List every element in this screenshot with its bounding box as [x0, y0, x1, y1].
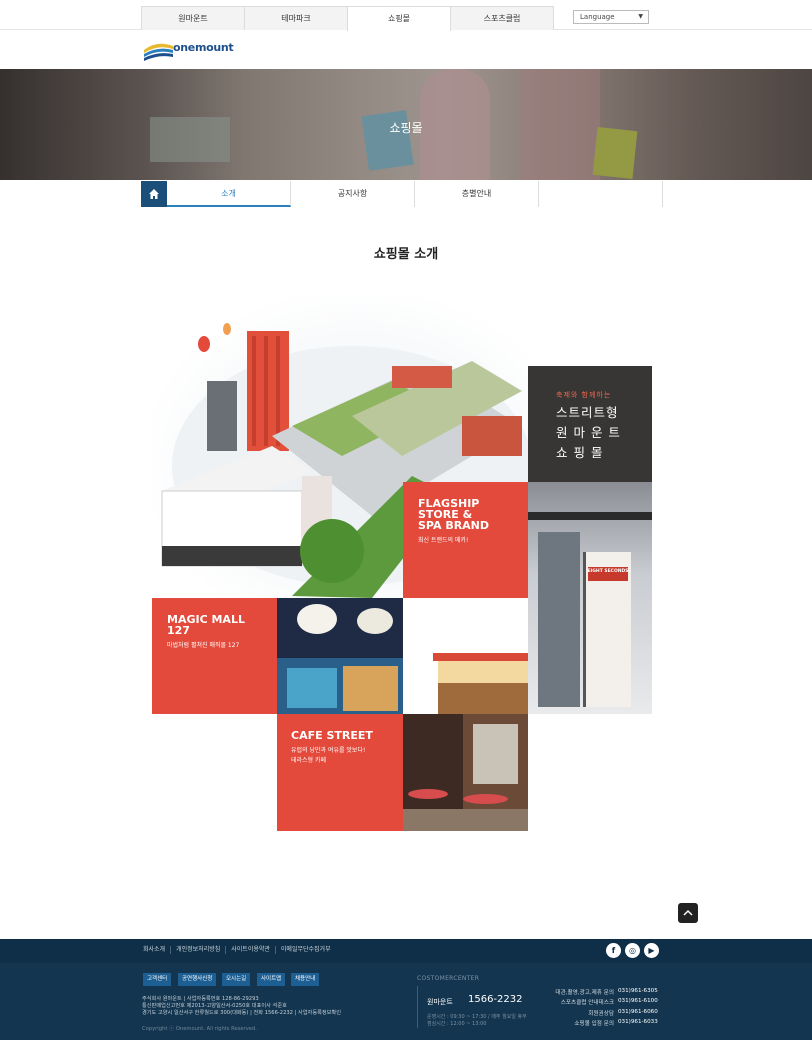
- sub-nav: 소개 공지사항 층별안내: [141, 181, 663, 207]
- cafe-street-sub-2: 테라스형 카페: [291, 757, 327, 764]
- store-front-image: EIGHT SECONDS: [528, 482, 652, 714]
- street-line-2: 원 마 운 트: [556, 425, 621, 440]
- contact-number: 031)961-6033: [618, 1018, 658, 1025]
- contact-list: 대관,촬영,광고,제휴 문의 031)961-6305 스포츠클럽 안내데스크 …: [548, 988, 658, 1029]
- contact-label: 스포츠클럽 안내데스크: [560, 1000, 614, 1007]
- store-sign: EIGHT SECONDS: [587, 569, 629, 574]
- language-select[interactable]: Language ▼: [573, 10, 649, 24]
- magic-mall-tile: MAGIC MALL 127 마법처럼 펼쳐진 매직몰 127: [152, 598, 277, 714]
- footer-button-sitemap[interactable]: 사이트맵: [257, 973, 286, 986]
- street-line-1: 스트리트형: [556, 405, 619, 420]
- customer-center-hours: 운영시간 : 09:30 ~ 17:30 / 매주 월요일 휴무 점심시간 : …: [427, 1014, 527, 1028]
- company-info-line: 경기도 고양시 일산서구 한류월드로 300(대화동) | 전화 1566-22…: [142, 1010, 341, 1016]
- language-label: Language: [580, 13, 615, 21]
- contact-row: 스포츠클럽 안내데스크 031)961-6100: [548, 998, 658, 1008]
- tab-onemount[interactable]: 원마운트: [141, 6, 245, 30]
- footer-top-bar: [0, 939, 812, 963]
- logo-mark-icon: [144, 43, 173, 61]
- customer-center-number: 1566-2232: [468, 994, 523, 1005]
- cafe-image: [403, 714, 528, 831]
- copyright: Copyright ⓒ Onemount. All rights Reserve…: [142, 1026, 257, 1032]
- contact-label: 쇼핑몰 입점 문의: [574, 1020, 614, 1027]
- cafe-street-tile: CAFE STREET 유럽의 낭만과 여유를 맛보다! 테라스형 카페: [277, 714, 403, 831]
- footer-button-directions[interactable]: 오시는길: [222, 973, 251, 986]
- flagship-title-3: SPA BRAND: [418, 519, 490, 532]
- tab-themepark[interactable]: 테마파크: [244, 6, 348, 30]
- chevron-up-icon: [683, 909, 693, 916]
- home-icon: [149, 189, 159, 199]
- footer-links: 회사소개 개인정보처리방침 사이트이용약관 이메일무단수집거부: [143, 946, 336, 954]
- footer-link-email-policy[interactable]: 이메일무단수집거부: [276, 946, 336, 954]
- footer-button-event-apply[interactable]: 공연행사신청: [178, 973, 217, 986]
- instagram-icon[interactable]: ◎: [625, 943, 640, 958]
- magic-mall-image: [277, 598, 403, 714]
- cafe-street-sub-1: 유럽의 낭만과 여유를 맛보다!: [291, 747, 366, 754]
- contact-row: 회원권상담 031)961-6060: [548, 1009, 658, 1019]
- contact-label: 대관,촬영,광고,제휴 문의: [555, 990, 614, 996]
- flagship-tile: FLAGSHIP STORE & SPA BRAND 최신 트랜드의 메카!: [403, 482, 528, 598]
- street-eyebrow: 축제와 함께하는: [556, 391, 612, 399]
- hours-line: 점심시간 : 12:00 ~ 13:00: [427, 1021, 487, 1027]
- sub-tab-notice[interactable]: 공지사항: [291, 181, 415, 207]
- street-line-3: 쇼 핑 몰: [556, 445, 604, 460]
- footer-link-privacy[interactable]: 개인정보처리방침: [171, 946, 227, 954]
- contact-row: 쇼핑몰 입점 문의 031)961-6033: [548, 1018, 658, 1029]
- footer-main: [0, 963, 812, 1040]
- sub-tab-intro[interactable]: 소개: [167, 181, 291, 207]
- contact-number: 031)961-6060: [618, 1008, 658, 1015]
- contact-label: 회원권상담: [588, 1010, 614, 1017]
- company-info-line: 통신판매업신고번호 제2013-고양일산서-0250호 대표이사 석준호: [142, 1003, 287, 1009]
- tab-sportsclub[interactable]: 스포츠클럽: [450, 6, 554, 30]
- company-info-line: 주식회사 원마운트 | 사업자등록번호 128-86-29293: [142, 996, 259, 1002]
- shopping-mall-collage: 축제와 함께하는 스트리트형 원 마 운 트 쇼 핑 몰 FLAGSHIP ST…: [152, 296, 652, 831]
- facebook-icon[interactable]: f: [606, 943, 621, 958]
- page-title: 쇼핑몰 소개: [373, 247, 439, 262]
- logo-text: onemount: [173, 41, 234, 54]
- footer-button-customer-center[interactable]: 고객센터: [143, 973, 172, 986]
- footer-link-company[interactable]: 회사소개: [143, 946, 172, 954]
- hours-line: 운영시간 : 09:30 ~ 17:30 / 매주 월요일 휴무: [427, 1014, 527, 1020]
- sub-tab-empty: [539, 181, 663, 207]
- footer-button-recruit[interactable]: 채용안내: [291, 973, 320, 986]
- youtube-icon[interactable]: ▶: [644, 943, 659, 958]
- caret-down-icon: ▼: [638, 13, 643, 20]
- restaurant-image: [403, 598, 528, 714]
- customer-center-name: 원마운트: [427, 998, 453, 1006]
- back-to-top-button[interactable]: [678, 903, 698, 923]
- contact-number: 031)961-6305: [618, 988, 658, 994]
- street-tile: 축제와 함께하는 스트리트형 원 마 운 트 쇼 핑 몰: [528, 366, 652, 482]
- company-info: 주식회사 원마운트 | 사업자등록번호 128-86-29293 통신판매업신고…: [142, 996, 341, 1017]
- flagship-sub: 최신 트랜드의 메카!: [418, 537, 469, 544]
- top-nav: 원마운트 테마파크 쇼핑몰 스포츠클럽: [141, 6, 554, 31]
- hero-banner: 쇼핑몰: [0, 69, 812, 180]
- logo[interactable]: onemount: [143, 38, 234, 62]
- hero-title: 쇼핑몰: [389, 121, 423, 135]
- customer-center-title: COSTOMERCENTER: [417, 975, 480, 982]
- contact-number: 031)961-6100: [618, 998, 658, 1005]
- home-button[interactable]: [141, 181, 167, 207]
- sub-tab-floor-guide[interactable]: 층별안내: [415, 181, 539, 207]
- contact-row: 대관,촬영,광고,제휴 문의 031)961-6305: [548, 988, 658, 998]
- tab-shoppingmall[interactable]: 쇼핑몰: [347, 6, 451, 31]
- footer-link-terms[interactable]: 사이트이용약관: [226, 946, 276, 954]
- magic-mall-title-2: 127: [167, 624, 190, 637]
- cafe-street-title: CAFE STREET: [291, 729, 373, 742]
- magic-mall-sub: 마법처럼 펼쳐진 매직몰 127: [167, 642, 240, 649]
